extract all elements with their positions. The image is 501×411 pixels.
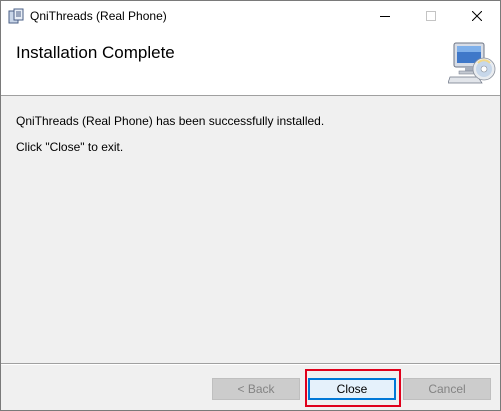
header-banner: Installation Complete <box>1 31 500 96</box>
maximize-button[interactable] <box>408 1 454 31</box>
back-button[interactable]: < Back <box>212 378 300 400</box>
window-title: QniThreads (Real Phone) <box>30 9 167 23</box>
minimize-icon <box>380 16 390 17</box>
app-icon <box>8 8 24 24</box>
close-button-highlight <box>305 369 401 407</box>
footer-divider <box>1 363 500 365</box>
title-bar[interactable]: QniThreads (Real Phone) <box>1 1 500 31</box>
installer-computer-icon <box>447 41 496 85</box>
page-title: Installation Complete <box>16 43 175 62</box>
installer-window: QniThreads (Real Phone) Installation Com… <box>0 0 501 411</box>
close-icon <box>472 11 482 21</box>
exit-instruction: Click "Close" to exit. <box>16 140 124 154</box>
success-message: QniThreads (Real Phone) has been success… <box>16 114 325 128</box>
close-window-button[interactable] <box>454 1 500 31</box>
cancel-button[interactable]: Cancel <box>403 378 491 400</box>
minimize-button[interactable] <box>362 1 408 31</box>
maximize-icon <box>426 11 436 21</box>
